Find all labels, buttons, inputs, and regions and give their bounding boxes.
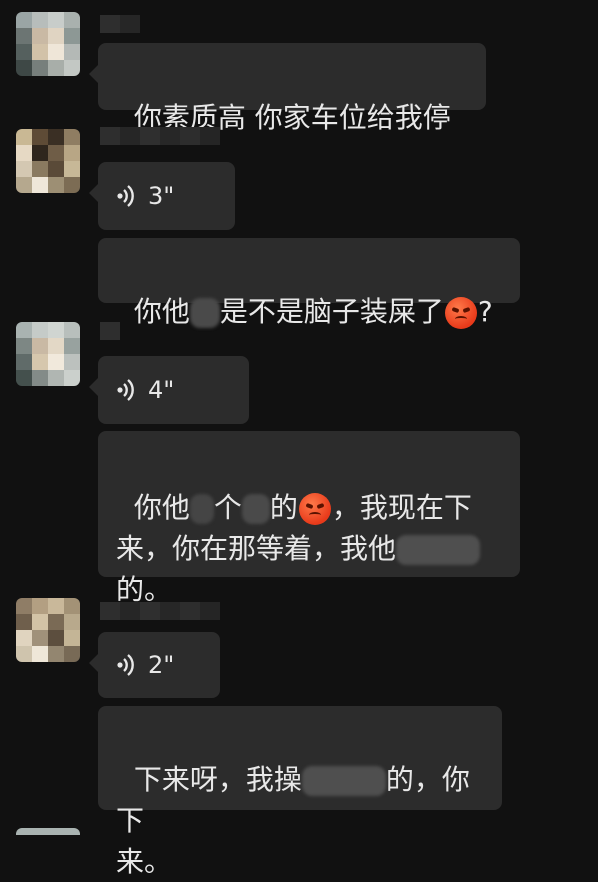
message-text: 下来呀，我操 (133, 763, 302, 796)
voice-icon (117, 654, 134, 676)
sender-name (100, 322, 120, 340)
message-text: 个 (213, 491, 242, 524)
voice-icon (117, 185, 134, 207)
sender-name (100, 127, 220, 145)
message-text: ? (477, 295, 493, 328)
message-text: 来，你在那等着，我他 (116, 532, 397, 565)
sender-name (100, 602, 220, 620)
angry-face-icon (298, 493, 331, 525)
message-text: 你他 (133, 491, 190, 524)
avatar[interactable] (16, 828, 80, 835)
message-bubble[interactable]: 下来呀，我操 的，你下 来。 (98, 706, 502, 878)
voice-message[interactable]: 2" (89, 632, 220, 698)
message-text: 的 (269, 491, 298, 524)
redacted-text (241, 494, 270, 524)
redacted-text (189, 494, 214, 524)
redacted-text (396, 535, 481, 565)
message-text: ，我现在下 (331, 491, 472, 524)
redacted-text (189, 298, 220, 328)
message-text: 是不是脑子装屎了 (219, 295, 444, 328)
redacted-text (301, 766, 386, 796)
sender-name (100, 15, 140, 33)
message-text: 来。 (116, 845, 173, 878)
voice-icon (117, 379, 134, 401)
message-text: 你他 (133, 295, 190, 328)
voice-duration: 3" (148, 181, 175, 210)
voice-message[interactable]: 3" (89, 162, 235, 230)
message-bubble[interactable]: 你素质高 你家车位给我停 (89, 43, 486, 134)
avatar[interactable] (16, 129, 80, 193)
voice-duration: 4" (148, 375, 175, 404)
voice-duration: 2" (148, 650, 175, 679)
angry-face-icon (444, 297, 477, 329)
avatar[interactable] (16, 598, 80, 662)
message-bubble[interactable]: 你他 是不是脑子装屎了? (98, 238, 520, 329)
message-bubble[interactable]: 你他个的，我现在下 来，你在那等着，我他 的。 (98, 431, 520, 606)
avatar[interactable] (16, 322, 80, 386)
voice-message[interactable]: 4" (89, 356, 249, 424)
avatar[interactable] (16, 12, 80, 76)
